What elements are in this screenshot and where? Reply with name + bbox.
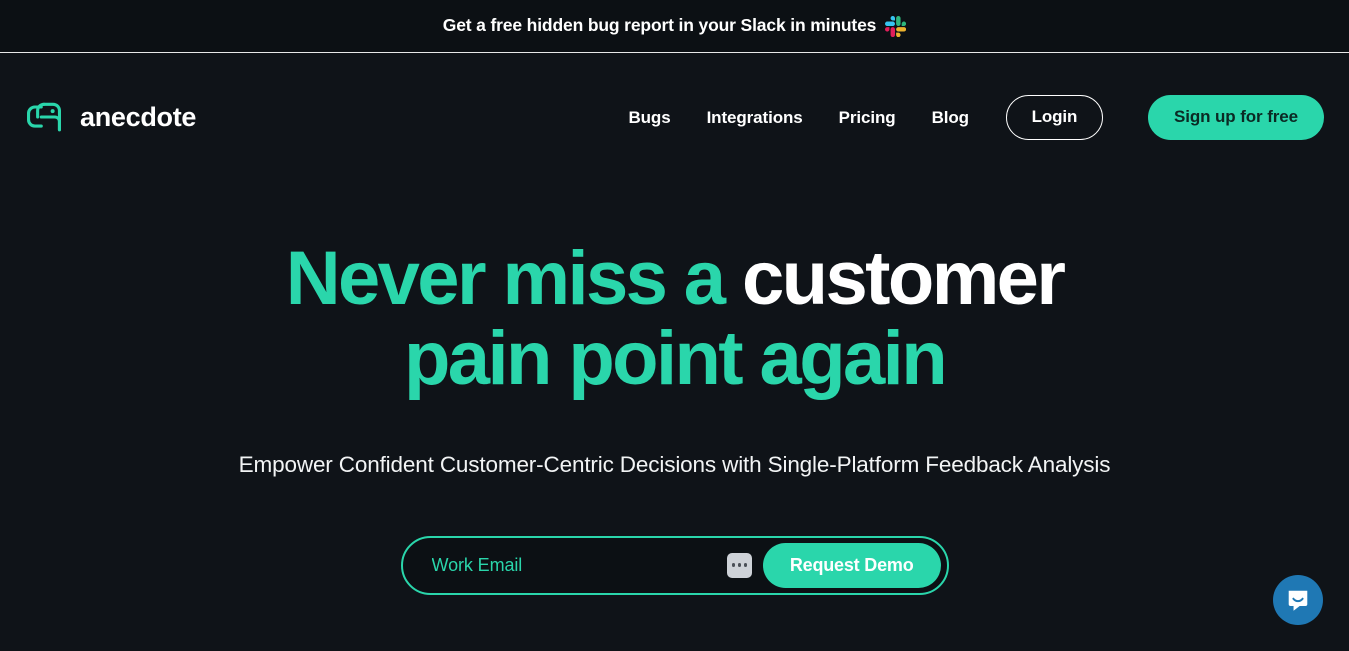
brand-name: anecdote bbox=[80, 101, 197, 132]
nav-item-blog[interactable]: Blog bbox=[914, 101, 987, 134]
login-button[interactable]: Login bbox=[1005, 94, 1103, 140]
dot bbox=[743, 563, 748, 567]
chat-bubble-icon bbox=[1285, 587, 1311, 613]
hero-title-part-1: Never miss a bbox=[285, 236, 726, 321]
dot bbox=[731, 563, 736, 567]
main-navigation: anecdote Bugs Integrations Pricing Blog … bbox=[0, 53, 1349, 181]
nav-item-pricing[interactable]: Pricing bbox=[821, 101, 914, 134]
dot bbox=[737, 563, 742, 567]
demo-request-form: Request Demo bbox=[400, 535, 949, 595]
anecdote-logo-icon bbox=[24, 97, 64, 137]
hero-subtitle: Empower Confident Customer-Centric Decis… bbox=[238, 451, 1111, 477]
request-demo-button[interactable]: Request Demo bbox=[762, 542, 941, 588]
nav-item-bugs[interactable]: Bugs bbox=[610, 101, 688, 134]
announcement-text: Get a free hidden bug report in your Sla… bbox=[442, 15, 877, 36]
hero-title-part-2: pain point again bbox=[403, 315, 948, 401]
announcement-banner[interactable]: Get a free hidden bug report in your Sla… bbox=[0, 0, 1349, 53]
intercom-launcher-button[interactable] bbox=[1273, 575, 1323, 625]
hero-section: Never miss a customer pain point again Em… bbox=[0, 181, 1349, 595]
page-title: Never miss a customer pain point again bbox=[285, 236, 1066, 401]
three-dots-icon[interactable] bbox=[726, 552, 752, 578]
slack-icon bbox=[885, 15, 907, 37]
hero-title-highlight: customer bbox=[742, 236, 1066, 321]
nav-item-integrations[interactable]: Integrations bbox=[689, 101, 821, 134]
work-email-input[interactable] bbox=[431, 537, 727, 593]
nav-links: Bugs Integrations Pricing Blog bbox=[610, 101, 987, 134]
announcement-link[interactable]: Get a free hidden bug report in your Sla… bbox=[442, 15, 907, 37]
signup-button[interactable]: Sign up for free bbox=[1147, 94, 1324, 140]
brand-logo[interactable]: anecdote bbox=[24, 97, 196, 137]
